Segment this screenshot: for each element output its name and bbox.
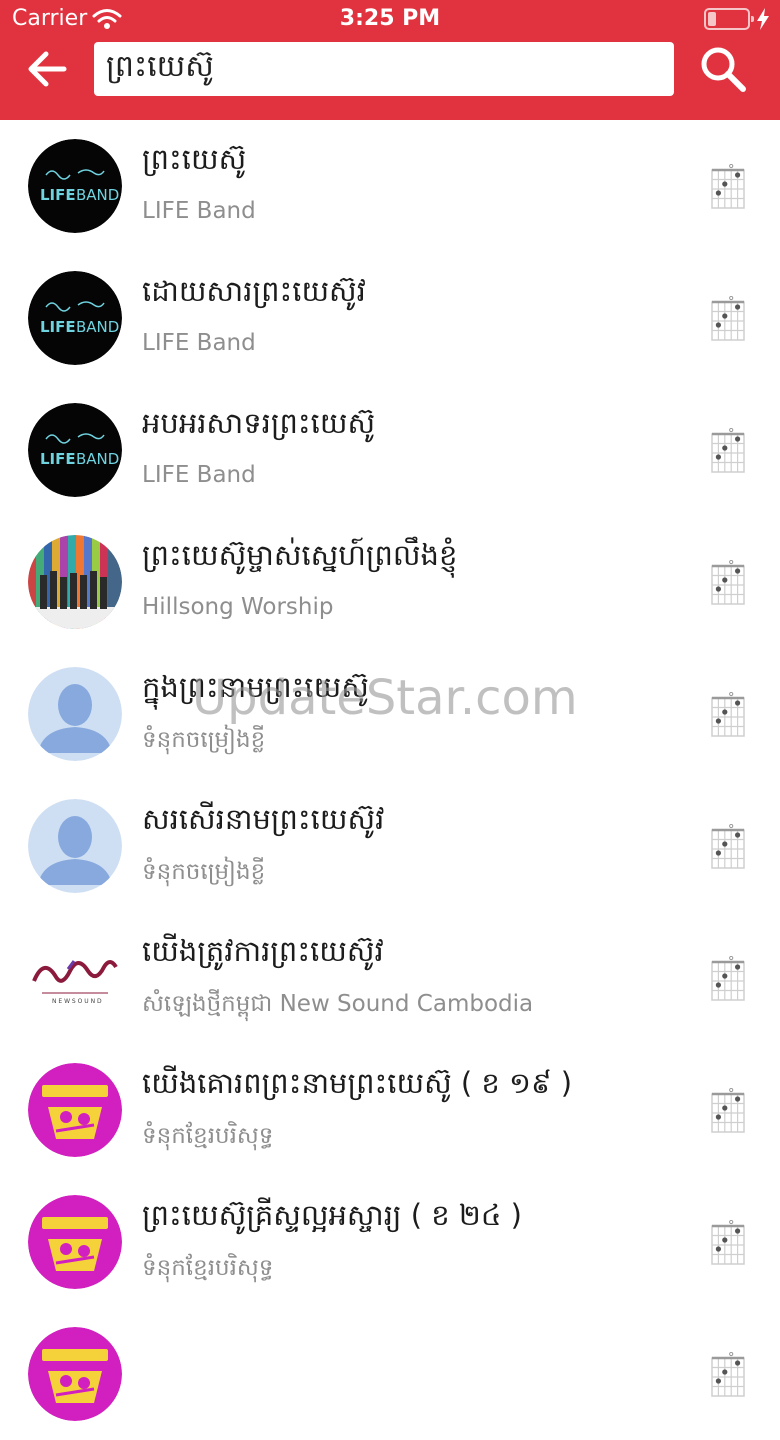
status-time: 3:25 PM [339, 6, 441, 31]
song-title: យើងត្រូវការព្រះយេស៊ូវ [142, 934, 384, 968]
song-artist: ទំនុកខ្មែរបរិសុទ្ធ [142, 1123, 274, 1149]
svg-text:BAND: BAND [76, 186, 119, 204]
list-item[interactable]: LIFE BAND អបអរសាទរព្រះយេស៊ូ LIFE Band [0, 384, 780, 516]
new-sound-logo-avatar: N E W S O U N D [28, 931, 122, 1025]
song-artist: សំឡេងថ្មីកម្ពុជា New Sound Cambodia [142, 991, 534, 1017]
arrow-left-icon[interactable] [24, 46, 70, 92]
status-bar: Carrier 3:25 PM [0, 0, 780, 40]
hymnal-logo-avatar [28, 1327, 122, 1421]
song-title: ព្រះយេស៊ូម្ចាស់ស្នេហ៍ព្រលឹងខ្ញុំ [142, 538, 458, 572]
list-item[interactable]: LIFE BAND ដោយសារព្រះយេស៊ូវ LIFE Band [0, 252, 780, 384]
song-artist: ទំនុកចម្រៀងខ្លី [142, 727, 266, 753]
magnifier-icon[interactable] [698, 44, 748, 94]
guitar-chord-icon[interactable] [710, 295, 746, 342]
svg-text:BAND: BAND [76, 450, 119, 468]
song-artist: LIFE Band [142, 330, 256, 356]
guitar-chord-icon[interactable] [710, 691, 746, 738]
guitar-chord-icon[interactable] [710, 163, 746, 210]
default-profile-avatar [28, 667, 122, 761]
list-item[interactable]: សរសើរនាមព្រះយេស៊ូវទំនុកចម្រៀងខ្លី [0, 780, 780, 912]
svg-text:LIFE: LIFE [40, 186, 76, 204]
app-header: Carrier 3:25 PM [0, 0, 780, 120]
guitar-chord-icon[interactable] [710, 559, 746, 606]
song-artist: ទំនុកខ្មែរបរិសុទ្ធ [142, 1255, 274, 1281]
life-band-logo-avatar: LIFE BAND [28, 139, 122, 233]
group-photo-avatar [28, 535, 122, 629]
svg-text:BAND: BAND [76, 318, 119, 336]
list-item[interactable]: ព្រះយេស៊ូម្ចាស់ស្នេហ៍ព្រលឹងខ្ញុំ Hillsong… [0, 516, 780, 648]
guitar-chord-icon[interactable] [710, 955, 746, 1002]
song-artist: LIFE Band [142, 198, 256, 224]
guitar-chord-icon[interactable] [710, 427, 746, 474]
song-title: អបអរសាទរព្រះយេស៊ូ [142, 406, 376, 440]
list-item[interactable]: LIFE BAND ព្រះយេស៊ូ LIFE Band [0, 120, 780, 252]
svg-text:LIFE: LIFE [40, 450, 76, 468]
life-band-logo-avatar: LIFE BAND [28, 403, 122, 497]
life-band-logo-avatar: LIFE BAND [28, 271, 122, 365]
search-input[interactable] [94, 42, 674, 96]
svg-text:N E W S O U N D: N E W S O U N D [52, 998, 102, 1005]
guitar-chord-icon[interactable] [710, 1219, 746, 1266]
list-item[interactable]: ព្រះយេស៊ូគ្រីស្ទល្អអស្ចារ្យ ( ខ ២៤ ) ទំនុ… [0, 1176, 780, 1308]
song-artist: LIFE Band [142, 462, 256, 488]
battery-icon [704, 8, 754, 30]
guitar-chord-icon[interactable] [710, 1087, 746, 1134]
song-title: យើងគោរពព្រះនាមព្រះយេស៊ូ ( ខ ១៩ ) [142, 1066, 573, 1100]
song-title: សរសើរនាមព្រះយេស៊ូវ [142, 802, 385, 836]
song-title: ព្រះយេស៊ូ [142, 142, 247, 176]
song-artist: Hillsong Worship [142, 594, 334, 620]
guitar-chord-icon[interactable] [710, 823, 746, 870]
guitar-chord-icon[interactable] [710, 1351, 746, 1398]
song-artist: ទំនុកចម្រៀងខ្លី [142, 859, 266, 885]
svg-text:LIFE: LIFE [40, 318, 76, 336]
default-profile-avatar [28, 799, 122, 893]
hymnal-logo-avatar [28, 1063, 122, 1157]
song-title: ដោយសារព្រះយេស៊ូវ [142, 274, 366, 308]
hymnal-logo-avatar [28, 1195, 122, 1289]
list-item[interactable]: យើងគោរពព្រះនាមព្រះយេស៊ូ ( ខ ១៩ ) ទំនុកខ្ម… [0, 1044, 780, 1176]
list-item[interactable] [0, 1308, 780, 1440]
list-item[interactable]: N E W S O U N D យើងត្រូវការព្រះយេស៊ូវសំឡេ… [0, 912, 780, 1044]
watermark: UpdateStar.com [192, 670, 578, 726]
song-title: ព្រះយេស៊ូគ្រីស្ទល្អអស្ចារ្យ ( ខ ២៤ ) [142, 1198, 522, 1232]
charging-bolt-icon [757, 8, 769, 30]
